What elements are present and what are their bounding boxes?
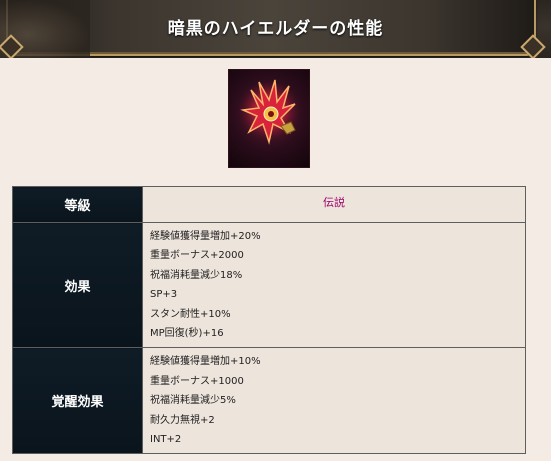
effect-label: 効果 <box>12 221 143 349</box>
table-row: 等級 伝説 <box>12 186 526 223</box>
list-item: INT+2 <box>150 434 182 446</box>
list-item: 耐久力無視+2 <box>150 414 215 426</box>
awakening-effect-values: 経験値獲得量増加+10% 重量ボーナス+1000 祝福消耗量減少5% 耐久力無視… <box>142 347 526 455</box>
title-banner: 暗黒のハイエルダーの性能 <box>0 0 551 58</box>
awakening-effect-label: 覚醒効果 <box>12 347 143 455</box>
list-item: 祝福消耗量減少18% <box>150 269 243 281</box>
stats-table: 等級 伝説 効果 経験値獲得量増加+20% 重量ボーナス+2000 祝福消耗量減… <box>12 186 526 455</box>
rarity-value: 伝説 <box>142 186 526 223</box>
rarity-label: 等級 <box>12 186 143 223</box>
list-item: スタン耐性+10% <box>150 308 231 320</box>
page-title: 暗黒のハイエルダーの性能 <box>167 19 384 39</box>
list-item: MP回復(秒)+16 <box>150 328 224 340</box>
item-image <box>228 69 310 168</box>
list-item: 重量ボーナス+1000 <box>150 375 244 387</box>
list-item: SP+3 <box>150 289 178 301</box>
list-item: 重量ボーナス+2000 <box>150 250 244 262</box>
list-item: 経験値獲得量増加+20% <box>150 231 261 242</box>
list-item: 経験値獲得量増加+10% <box>150 356 261 368</box>
table-row: 覚醒効果 経験値獲得量増加+10% 重量ボーナス+1000 祝福消耗量減少5% … <box>12 347 526 455</box>
doll-figure-icon <box>237 79 301 146</box>
table-row: 効果 経験値獲得量増加+20% 重量ボーナス+2000 祝福消耗量減少18% S… <box>12 221 526 349</box>
list-item: 祝福消耗量減少5% <box>150 395 236 407</box>
effect-values: 経験値獲得量増加+20% 重量ボーナス+2000 祝福消耗量減少18% SP+3… <box>142 221 526 349</box>
